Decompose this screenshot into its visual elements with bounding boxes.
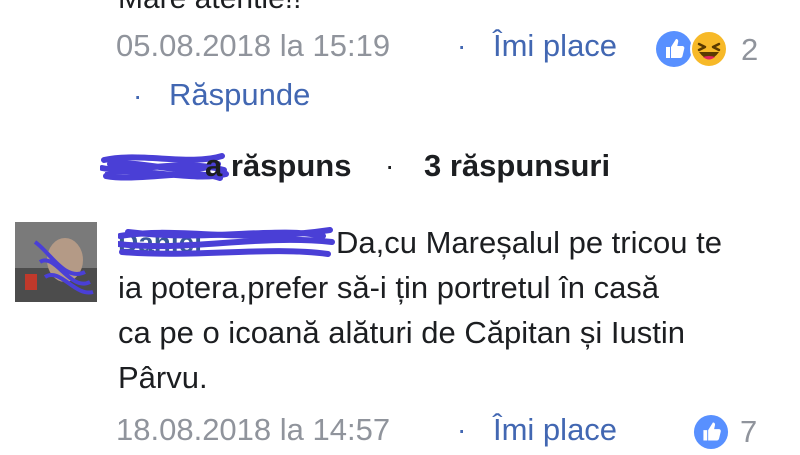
comment-timestamp[interactable]: 18.08.2018 la 14:57 [116, 412, 390, 448]
reaction-count[interactable]: 7 [740, 414, 757, 450]
like-icon[interactable] [693, 414, 733, 450]
reply-link[interactable]: Răspunde [169, 77, 310, 113]
like-link[interactable]: Îmi place [493, 28, 617, 64]
separator-dot: · [133, 80, 143, 111]
redacted-commenter-name[interactable]: Daniel [115, 222, 338, 262]
like-icon[interactable] [655, 30, 695, 70]
separator-dot: · [457, 30, 467, 61]
like-link[interactable]: Îmi place [493, 412, 617, 448]
replied-label[interactable]: a răspuns [205, 148, 351, 184]
comment-text-line: ia potera,prefer să-i țin portretul în c… [118, 270, 660, 305]
separator-dot: · [457, 414, 467, 445]
reaction-count[interactable]: 2 [741, 32, 758, 68]
avatar[interactable] [15, 222, 97, 302]
replies-count-link[interactable]: 3 răspunsuri [424, 148, 610, 184]
comment-timestamp[interactable]: 05.08.2018 la 15:19 [116, 28, 390, 64]
comment-text-line: Da,cu Mareșalul pe tricou te [336, 225, 722, 260]
separator-dot: · [385, 150, 395, 181]
comment-text-line: Pârvu. [118, 360, 208, 395]
haha-icon[interactable] [690, 30, 730, 70]
comment-text-tail: Mare atentie!! [118, 0, 301, 16]
comment-text-line: ca pe o icoană alături de Căpitan și Ius… [118, 315, 685, 350]
